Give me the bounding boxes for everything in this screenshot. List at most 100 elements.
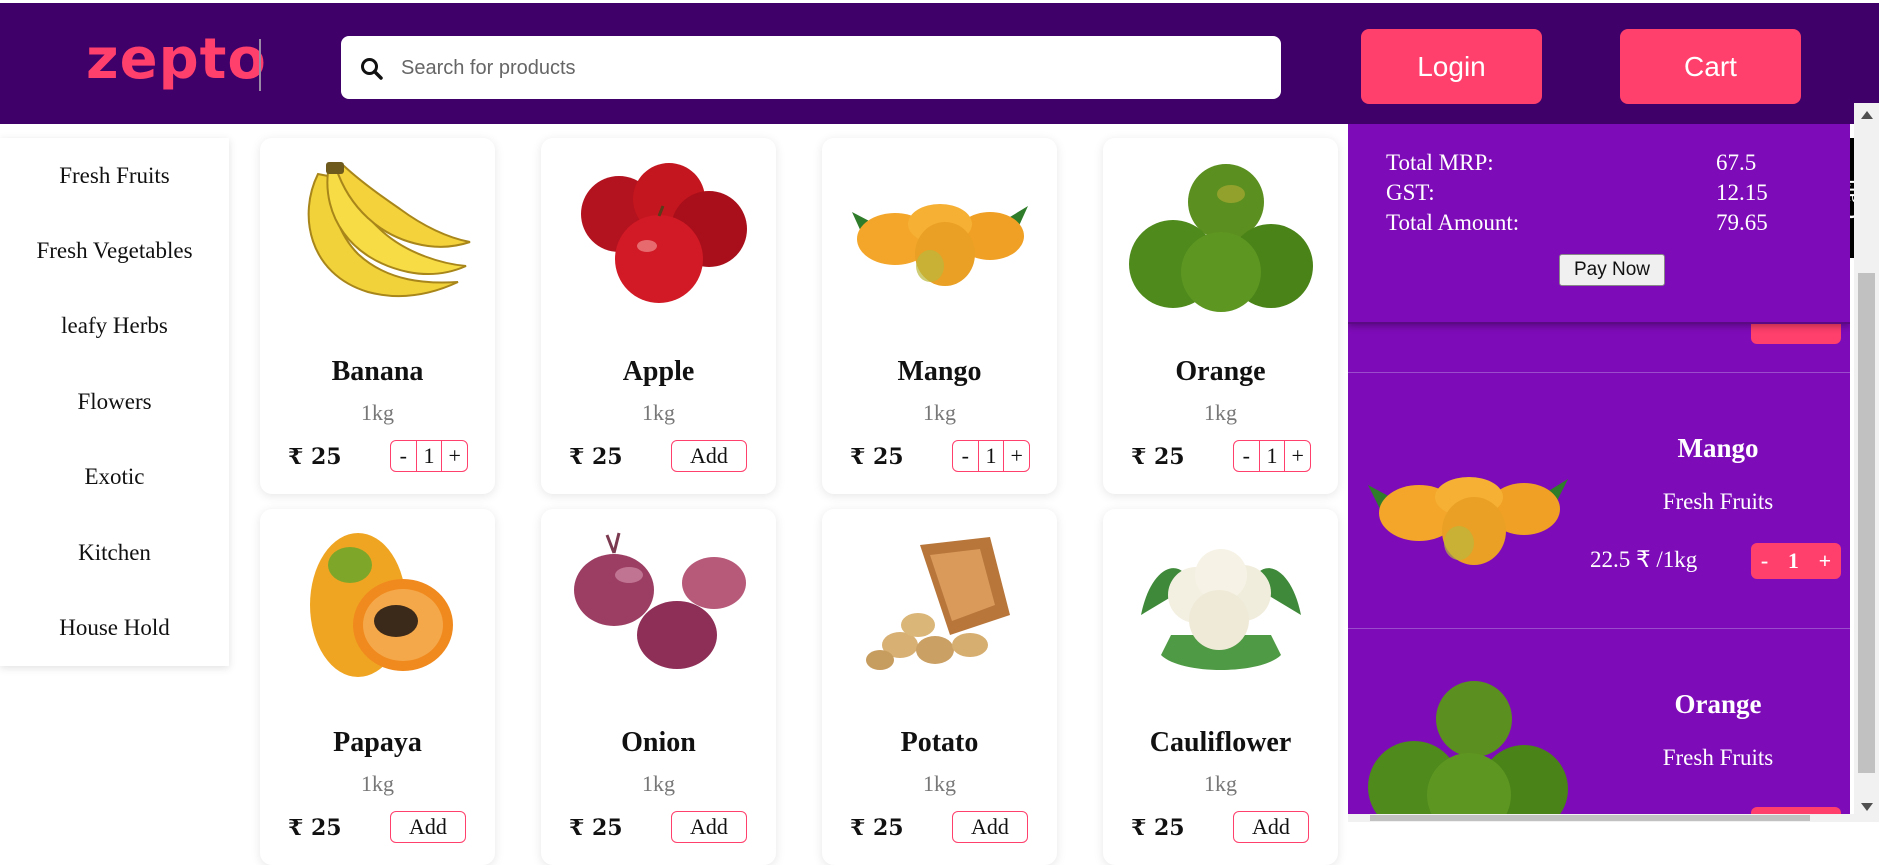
sidebar-item-kitchen[interactable]: Kitchen (0, 515, 229, 590)
banana-image (307, 162, 471, 298)
add-button[interactable]: Add (952, 811, 1028, 843)
product-price: ₹ 25 (1131, 444, 1185, 470)
search-input[interactable] (399, 36, 1263, 101)
zepto-logo[interactable]: zepto (86, 27, 267, 92)
logo-divider (259, 39, 261, 91)
cart-item-category: Fresh Fruits (1662, 745, 1774, 770)
product-name: Orange (1175, 356, 1266, 387)
cart-item-mango: Mango Fresh Fruits 22.5 ₹ /1kg - 1 + (1348, 372, 1850, 629)
add-button[interactable]: Add (671, 811, 747, 843)
increment-button[interactable]: + (1819, 548, 1832, 574)
decrement-button[interactable]: - (1761, 548, 1768, 574)
cauliflower-image (1141, 549, 1301, 670)
quantity-value: 1 (977, 441, 1005, 471)
quantity-stepper: - 1 + (390, 440, 468, 472)
product-price: ₹ 25 (1131, 815, 1185, 841)
product-card-orange: Orange 1kg ₹ 25 - 1 + (1103, 138, 1338, 494)
product-name: Apple (622, 356, 695, 387)
papaya-image (310, 533, 453, 677)
add-button[interactable]: Add (671, 440, 747, 472)
search-bar[interactable] (341, 36, 1281, 101)
sidebar-item-leafy-herbs[interactable]: leafy Herbs (0, 289, 229, 364)
orange-image (1368, 681, 1568, 814)
decrement-button[interactable]: - (1234, 441, 1259, 471)
apple-image (581, 163, 747, 303)
cart-item-name: Mango (1677, 433, 1759, 463)
vertical-scrollbar[interactable] (1854, 103, 1879, 822)
gst-label: GST: (1386, 180, 1435, 205)
quantity-stepper: - 1 + (1233, 440, 1311, 472)
cart-item-stepper (1751, 807, 1841, 814)
decrement-button[interactable]: - (953, 441, 978, 471)
cart-item-category: Fresh Fruits (1662, 489, 1774, 514)
scroll-down-icon[interactable] (1861, 803, 1873, 811)
product-card-banana: Banana 1kg ₹ 25 - 1 + (260, 138, 495, 494)
product-card-onion: Onion 1kg ₹ 25 Add (541, 509, 776, 865)
cart-item-price: 22.5 ₹ /1kg (1590, 547, 1698, 572)
product-name: Papaya (333, 727, 422, 758)
mango-image (1368, 477, 1568, 565)
scroll-up-icon[interactable] (1861, 111, 1873, 119)
product-weight: 1kg (1204, 400, 1237, 425)
login-button[interactable]: Login (1361, 29, 1542, 104)
product-name: Potato (900, 727, 979, 758)
add-button[interactable]: Add (1233, 811, 1309, 843)
product-name: Mango (897, 356, 982, 387)
quantity-value: 1 (1258, 441, 1286, 471)
mango-image (852, 204, 1028, 286)
product-price: ₹ 25 (850, 444, 904, 470)
hidden-item-stepper (1751, 324, 1841, 344)
orange-image (1129, 164, 1313, 312)
total-mrp-value: 67.5 (1716, 150, 1757, 175)
gst-value: 12.15 (1716, 180, 1768, 205)
horizontal-scrollbar[interactable] (1348, 814, 1854, 822)
product-price: ₹ 25 (288, 815, 342, 841)
quantity-value: 1 (415, 441, 443, 471)
pay-now-button[interactable]: Pay Now (1559, 254, 1665, 286)
increment-button[interactable]: + (442, 441, 467, 471)
cart-item-stepper: - 1 + (1751, 543, 1841, 579)
cart-panel: Total MRP: 67.5 GST: 12.15 Total Amount:… (1348, 124, 1850, 814)
onion-image (574, 532, 746, 669)
category-sidebar: Fresh Fruits Fresh Vegetables leafy Herb… (0, 138, 229, 666)
product-weight: 1kg (642, 400, 675, 425)
product-card-papaya: Papaya 1kg ₹ 25 Add (260, 509, 495, 865)
product-card-apple: Apple 1kg ₹ 25 Add (541, 138, 776, 494)
increment-button[interactable]: + (1285, 441, 1310, 471)
product-weight: 1kg (923, 771, 956, 796)
increment-button[interactable]: + (1004, 441, 1029, 471)
scrollbar-thumb[interactable] (1370, 815, 1810, 821)
product-price: ₹ 25 (569, 815, 623, 841)
sidebar-item-fresh-fruits[interactable]: Fresh Fruits (0, 138, 229, 213)
add-button[interactable]: Add (390, 811, 466, 843)
product-card-mango: Mango 1kg ₹ 25 - 1 + (822, 138, 1057, 494)
cart-summary: Total MRP: 67.5 GST: 12.15 Total Amount:… (1348, 124, 1850, 324)
cart-button[interactable]: Cart (1620, 29, 1801, 104)
product-weight: 1kg (361, 400, 394, 425)
sidebar-item-flowers[interactable]: Flowers (0, 364, 229, 439)
potato-image (866, 537, 1010, 670)
sidebar-item-house-hold[interactable]: House Hold (0, 590, 229, 665)
product-name: Onion (621, 727, 696, 758)
cart-item-orange: Orange Fresh Fruits (1348, 628, 1850, 814)
product-price: ₹ 25 (850, 815, 904, 841)
decrement-button[interactable]: - (391, 441, 416, 471)
product-card-cauliflower: Cauliflower 1kg ₹ 25 Add (1103, 509, 1338, 865)
product-name: Banana (331, 356, 424, 387)
sidebar-item-fresh-vegetables[interactable]: Fresh Vegetables (0, 213, 229, 288)
total-amount-value: 79.65 (1716, 210, 1768, 235)
product-price: ₹ 25 (569, 444, 623, 470)
quantity-value: 1 (1787, 548, 1799, 573)
product-card-potato: Potato 1kg ₹ 25 Add (822, 509, 1057, 865)
header: zepto Login Cart (0, 3, 1879, 124)
product-weight: 1kg (923, 400, 956, 425)
product-weight: 1kg (361, 771, 394, 796)
cart-item-name: Orange (1674, 689, 1762, 719)
search-icon (361, 58, 383, 80)
product-weight: 1kg (1204, 771, 1237, 796)
total-amount-label: Total Amount: (1386, 210, 1520, 235)
product-name: Cauliflower (1149, 727, 1292, 758)
product-weight: 1kg (642, 771, 675, 796)
sidebar-item-exotic[interactable]: Exotic (0, 440, 229, 515)
scrollbar-thumb[interactable] (1858, 273, 1875, 773)
